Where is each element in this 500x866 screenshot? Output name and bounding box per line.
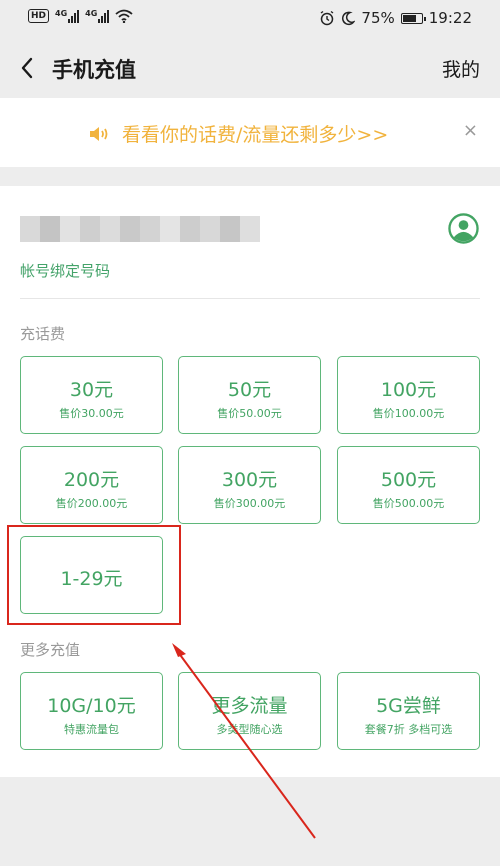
tile-amount: 1-29元 — [60, 568, 123, 590]
balance-check-link[interactable]: 看看你的话费/流量还剩多少>> — [88, 120, 388, 147]
data-pack-10g[interactable]: 10G/10元 特惠流量包 — [20, 672, 163, 750]
recharge-section-label: 充话费 — [20, 325, 66, 343]
tile-price: 售价100.00元 — [372, 407, 445, 420]
hd-badge: HD — [28, 9, 50, 23]
tile-price: 售价200.00元 — [55, 497, 128, 510]
speaker-icon — [90, 126, 108, 141]
page-title: 手机充值 — [52, 58, 136, 82]
recharge-option-50[interactable]: 50元 售价50.00元 — [178, 356, 321, 434]
my-account-link[interactable]: 我的 — [442, 55, 480, 82]
battery-percent: 75% — [361, 9, 395, 27]
balance-banner: 看看你的话费/流量还剩多少>> × — [0, 98, 500, 167]
tile-subtitle: 特惠流量包 — [64, 723, 119, 736]
tile-price: 售价30.00元 — [59, 407, 124, 420]
status-left: HD 4G 4G — [28, 9, 133, 23]
tile-price: 售价50.00元 — [217, 407, 282, 420]
banner-text: 看看你的话费/流量还剩多少>> — [122, 124, 389, 146]
recharge-option-200[interactable]: 200元 售价200.00元 — [20, 446, 163, 524]
tile-amount: 100元 — [380, 379, 437, 401]
recharge-option-500[interactable]: 500元 售价500.00元 — [337, 446, 480, 524]
tile-price: 售价500.00元 — [372, 497, 445, 510]
tile-amount: 50元 — [227, 379, 272, 401]
tile-price: 售价300.00元 — [213, 497, 286, 510]
tile-subtitle: 多类型随心选 — [216, 723, 283, 736]
recharge-option-300[interactable]: 300元 售价300.00元 — [178, 446, 321, 524]
divider — [20, 298, 480, 299]
more-data-plans[interactable]: 更多流量 多类型随心选 — [178, 672, 321, 750]
nav-bar: 手机充值 我的 — [0, 38, 500, 98]
status-right: 75% 19:22 — [319, 9, 472, 27]
recharge-option-custom[interactable]: 1-29元 — [20, 536, 163, 614]
tile-amount: 500元 — [380, 469, 437, 491]
clock: 19:22 — [428, 9, 472, 27]
account-bound-label: 帐号绑定号码 — [20, 262, 111, 280]
contact-avatar-icon[interactable] — [448, 213, 479, 244]
net1-label: 4G — [55, 8, 68, 18]
tile-subtitle: 套餐7折 多档可选 — [364, 723, 453, 736]
tile-amount: 30元 — [69, 379, 114, 401]
signal-icon-1: 4G — [55, 8, 80, 23]
tile-title: 更多流量 — [211, 695, 288, 717]
banner-close-button[interactable]: × — [463, 120, 478, 141]
signal-icon-2: 4G — [85, 8, 110, 23]
recharge-card: 帐号绑定号码 充话费 30元 售价30.00元 50元 售价50.00元 100… — [0, 186, 500, 777]
tile-amount: 300元 — [221, 469, 278, 491]
battery-icon — [400, 12, 426, 24]
wifi-icon — [115, 9, 133, 23]
phone-number-blurred — [20, 216, 260, 242]
tile-amount: 200元 — [63, 469, 120, 491]
5g-trial-plan[interactable]: 5G尝鲜 套餐7折 多档可选 — [337, 672, 480, 750]
recharge-option-30[interactable]: 30元 售价30.00元 — [20, 356, 163, 434]
status-bar: HD 4G 4G 75% 19:22 — [0, 0, 500, 38]
tile-title: 10G/10元 — [47, 695, 136, 717]
recharge-option-100[interactable]: 100元 售价100.00元 — [337, 356, 480, 434]
net2-label: 4G — [85, 8, 98, 18]
alarm-icon — [321, 10, 334, 26]
moon-icon — [342, 11, 356, 25]
more-recharge-section-label: 更多充值 — [20, 641, 81, 659]
back-arrow-icon[interactable] — [14, 51, 44, 85]
tile-title: 5G尝鲜 — [376, 695, 441, 717]
